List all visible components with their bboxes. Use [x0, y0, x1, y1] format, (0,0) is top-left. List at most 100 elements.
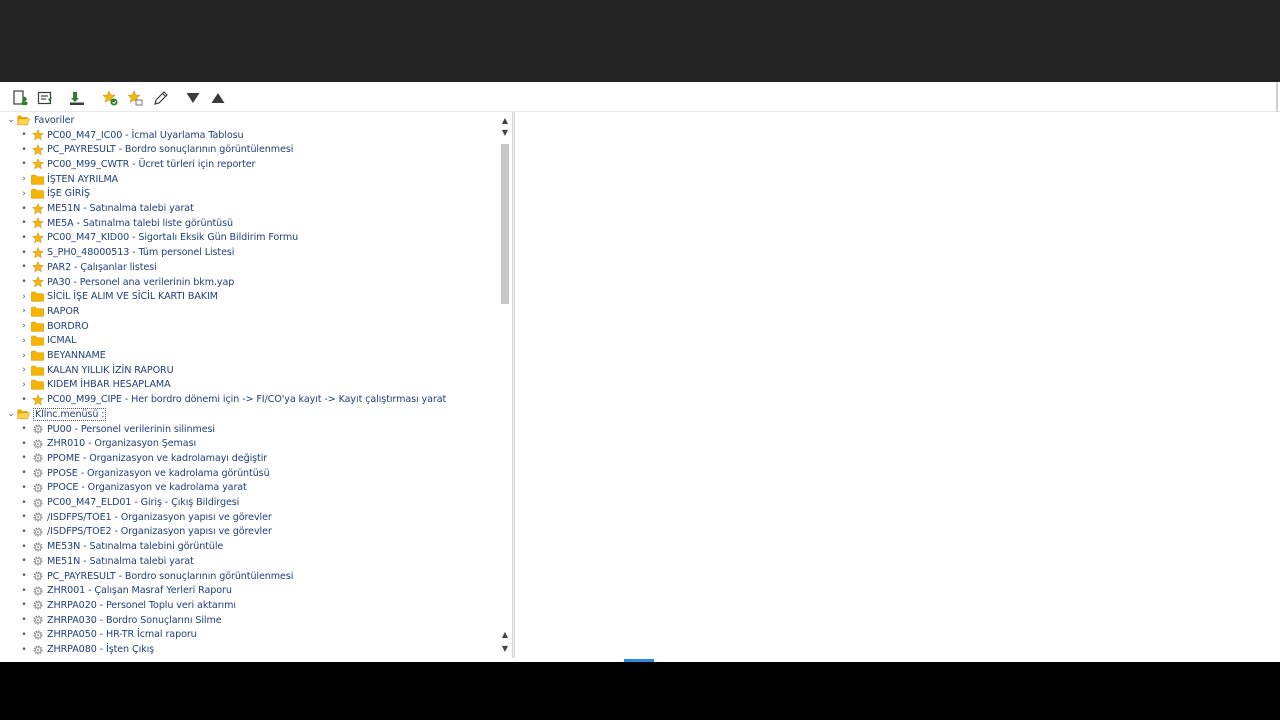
bullet-icon: •: [21, 262, 27, 273]
star-icon: [31, 246, 44, 259]
expand-icon[interactable]: ›: [19, 292, 29, 302]
move-up-icon[interactable]: [209, 89, 227, 107]
bullet-icon: •: [21, 526, 27, 537]
folder-icon: [31, 173, 44, 185]
bullet-icon: •: [21, 247, 27, 258]
bullet-icon: •: [21, 497, 27, 508]
tree-transaction-item[interactable]: • PC_PAYRESULT - Bordro sonuçlarının görü…: [4, 569, 494, 584]
collapse-icon[interactable]: ⌄: [6, 115, 16, 125]
expand-icon[interactable]: ›: [19, 365, 29, 375]
tree-node-label: ZHRPA020 - Personel Toplu veri aktarımı: [47, 599, 236, 611]
tree-transaction-item[interactable]: • PPOCE - Organizasyon ve kadrolama yarat: [4, 481, 494, 496]
tree-transaction-item[interactable]: • ZHRPA030 - Bordro Sonuçlarını Silme: [4, 613, 494, 628]
transaction-gear-icon: [31, 526, 44, 538]
scrollbar-thumb[interactable]: [501, 144, 509, 304]
user-menu-icon[interactable]: [12, 89, 30, 107]
bullet-icon: •: [21, 277, 27, 288]
tree-folder[interactable]: › RAPOR: [4, 304, 494, 319]
tree-transaction-item[interactable]: • /ISDFPS/TOE1 - Organizasyon yapısı ve g…: [4, 510, 494, 525]
star-icon: [31, 217, 44, 229]
scroll-up-arrow-icon[interactable]: ▲: [499, 114, 511, 126]
tree-root-user-menu[interactable]: ⌄ Kllnc.menüsü :: [4, 407, 494, 422]
tree-favorite-item[interactable]: • PC00_M47_IC00 - İcmal Uyarlama Tablosu: [4, 128, 494, 143]
bullet-icon: •: [21, 468, 27, 479]
tree-transaction-item[interactable]: • ME53N - Satınalma talebini görüntüle: [4, 539, 494, 554]
taskbar-indicator: [624, 659, 654, 662]
tree-node-label: ZHRPA080 - İşten Çıkış: [47, 644, 155, 656]
tree-folder[interactable]: › KALAN YILLIK İZİN RAPORU: [4, 363, 494, 378]
tree-favorite-item[interactable]: • PC_PAYRESULT - Bordro sonuçlarının görü…: [4, 142, 494, 157]
expand-icon[interactable]: ›: [19, 306, 29, 316]
transaction-gear-icon: [31, 438, 44, 450]
tree-folder[interactable]: › SİCİL İŞE ALIM VE SİCİL KARTI BAKIM: [4, 289, 494, 304]
insert-favorite-icon[interactable]: [126, 89, 144, 107]
tree-favorite-item[interactable]: • PC00_M99_CIPE - Her bordro dönemi için …: [4, 392, 494, 407]
tree-folder[interactable]: › KIDEM İHBAR HESAPLAMA: [4, 378, 494, 393]
scroll-down-arrow-icon[interactable]: ▼: [499, 126, 511, 138]
tree-favorite-item[interactable]: • PA30 - Personel ana verilerinin bkm.yap: [4, 275, 494, 290]
star-icon: [31, 276, 44, 288]
tree-transaction-item[interactable]: • ZHRPA080 - İşten Çıkış: [4, 642, 494, 657]
tree-favorite-item[interactable]: • PAR2 - Çalışanlar listesi: [4, 260, 494, 275]
tree-folder[interactable]: › BORDRO: [4, 319, 494, 334]
tree-root-favorites[interactable]: ⌄ Favoriler: [4, 113, 494, 128]
tree-favorite-item[interactable]: • PC00_M99_CWTR - Ücret türleri için repo…: [4, 157, 494, 172]
tree-node-label: BORDRO: [47, 320, 89, 332]
tree-transaction-item[interactable]: • ZHRPA050 - HR-TR İcmal raporu: [4, 628, 494, 643]
tree-transaction-item[interactable]: • PU00 - Personel verilerinin silinmesi: [4, 422, 494, 437]
bullet-icon: •: [21, 512, 27, 523]
tree-node-label: ICMAL: [47, 335, 77, 347]
sap-easy-access-window: ⌄ Favoriler • PC00_M47_IC00 - İcmal Uyarlam…: [0, 82, 1280, 662]
transaction-gear-icon: [31, 644, 44, 656]
tree-transaction-item[interactable]: • ZHR010 - Organizasyon Şeması: [4, 436, 494, 451]
expand-icon[interactable]: ›: [19, 321, 29, 331]
tree-node-label: ME5A - Satınalma talebi liste görüntüsü: [47, 217, 234, 229]
tree-transaction-item[interactable]: • PPOSE - Organizasyon ve kadrolama görün…: [4, 466, 494, 481]
transaction-gear-icon: [31, 482, 44, 494]
tree-node-label: PU00 - Personel verilerinin silinmesi: [47, 423, 215, 435]
folder-icon: [31, 320, 44, 332]
tree-transaction-item[interactable]: • PPOME - Organizasyon ve kadrolamayı değ…: [4, 451, 494, 466]
bullet-icon: •: [21, 438, 27, 449]
tree-node-label: Favoriler: [34, 114, 75, 126]
tree-folder[interactable]: › İŞE GİRİŞ: [4, 187, 494, 202]
expand-icon[interactable]: ›: [19, 380, 29, 390]
transaction-gear-icon: [31, 452, 44, 464]
toolbar: [0, 82, 1280, 112]
sap-menu-icon[interactable]: [36, 89, 54, 107]
tree-folder[interactable]: › İŞTEN AYRILMA: [4, 172, 494, 187]
transaction-gear-icon: [31, 585, 44, 597]
tree-transaction-item[interactable]: • ZHRPA020 - Personel Toplu veri aktarımı: [4, 598, 494, 613]
other-menu-icon[interactable]: [68, 89, 86, 107]
scroll-down-arrow-icon[interactable]: ▼: [499, 642, 511, 654]
tree-node-label: SİCİL İŞE ALIM VE SİCİL KARTI BAKIM: [47, 291, 218, 303]
expand-icon[interactable]: ›: [19, 174, 29, 184]
edit-icon[interactable]: [152, 89, 170, 107]
tree-folder[interactable]: › ICMAL: [4, 334, 494, 349]
scroll-up-arrow-icon[interactable]: ▲: [499, 628, 511, 640]
tree-node-label: KIDEM İHBAR HESAPLAMA: [47, 379, 171, 391]
tree-transaction-item[interactable]: • ME51N - Satınalma talebi yarat: [4, 554, 494, 569]
tree-transaction-item[interactable]: • /ISDFPS/TOE2 - Organizasyon yapısı ve g…: [4, 525, 494, 540]
bullet-icon: •: [21, 482, 27, 493]
tree-favorite-item[interactable]: • ME5A - Satınalma talebi liste görüntüsü: [4, 216, 494, 231]
folder-icon: [31, 350, 44, 362]
menu-tree[interactable]: ⌄ Favoriler • PC00_M47_IC00 - İcmal Uyarlam…: [4, 112, 512, 658]
add-favorite-icon[interactable]: [101, 89, 119, 107]
expand-icon[interactable]: ›: [19, 351, 29, 361]
tree-transaction-item[interactable]: • PC00_M47_ELD01 - Giriş - Çıkış Bildirge…: [4, 495, 494, 510]
collapse-icon[interactable]: ⌄: [6, 409, 16, 419]
tree-transaction-item[interactable]: • ZHR001 - Çalışan Masraf Yerleri Raporu: [4, 583, 494, 598]
tree-favorite-item[interactable]: • S_PH0_48000513 - Tüm personel Listesi: [4, 245, 494, 260]
transaction-gear-icon: [31, 614, 44, 626]
tree-vertical-scrollbar[interactable]: ▲ ▼ ▲ ▼: [499, 112, 511, 656]
top-black-bar: [0, 0, 1280, 82]
expand-icon[interactable]: ›: [19, 189, 29, 199]
folder-open-icon: [17, 114, 30, 126]
tree-node-label: PA30 - Personel ana verilerinin bkm.yap: [47, 276, 235, 288]
tree-folder[interactable]: › BEYANNAME: [4, 348, 494, 363]
move-down-icon[interactable]: [184, 89, 202, 107]
expand-icon[interactable]: ›: [19, 336, 29, 346]
tree-favorite-item[interactable]: • ME51N - Satınalma talebi yarat: [4, 201, 494, 216]
tree-favorite-item[interactable]: • PC00_M47_KID00 - Sigortalı Eksik Gün Bi…: [4, 231, 494, 246]
